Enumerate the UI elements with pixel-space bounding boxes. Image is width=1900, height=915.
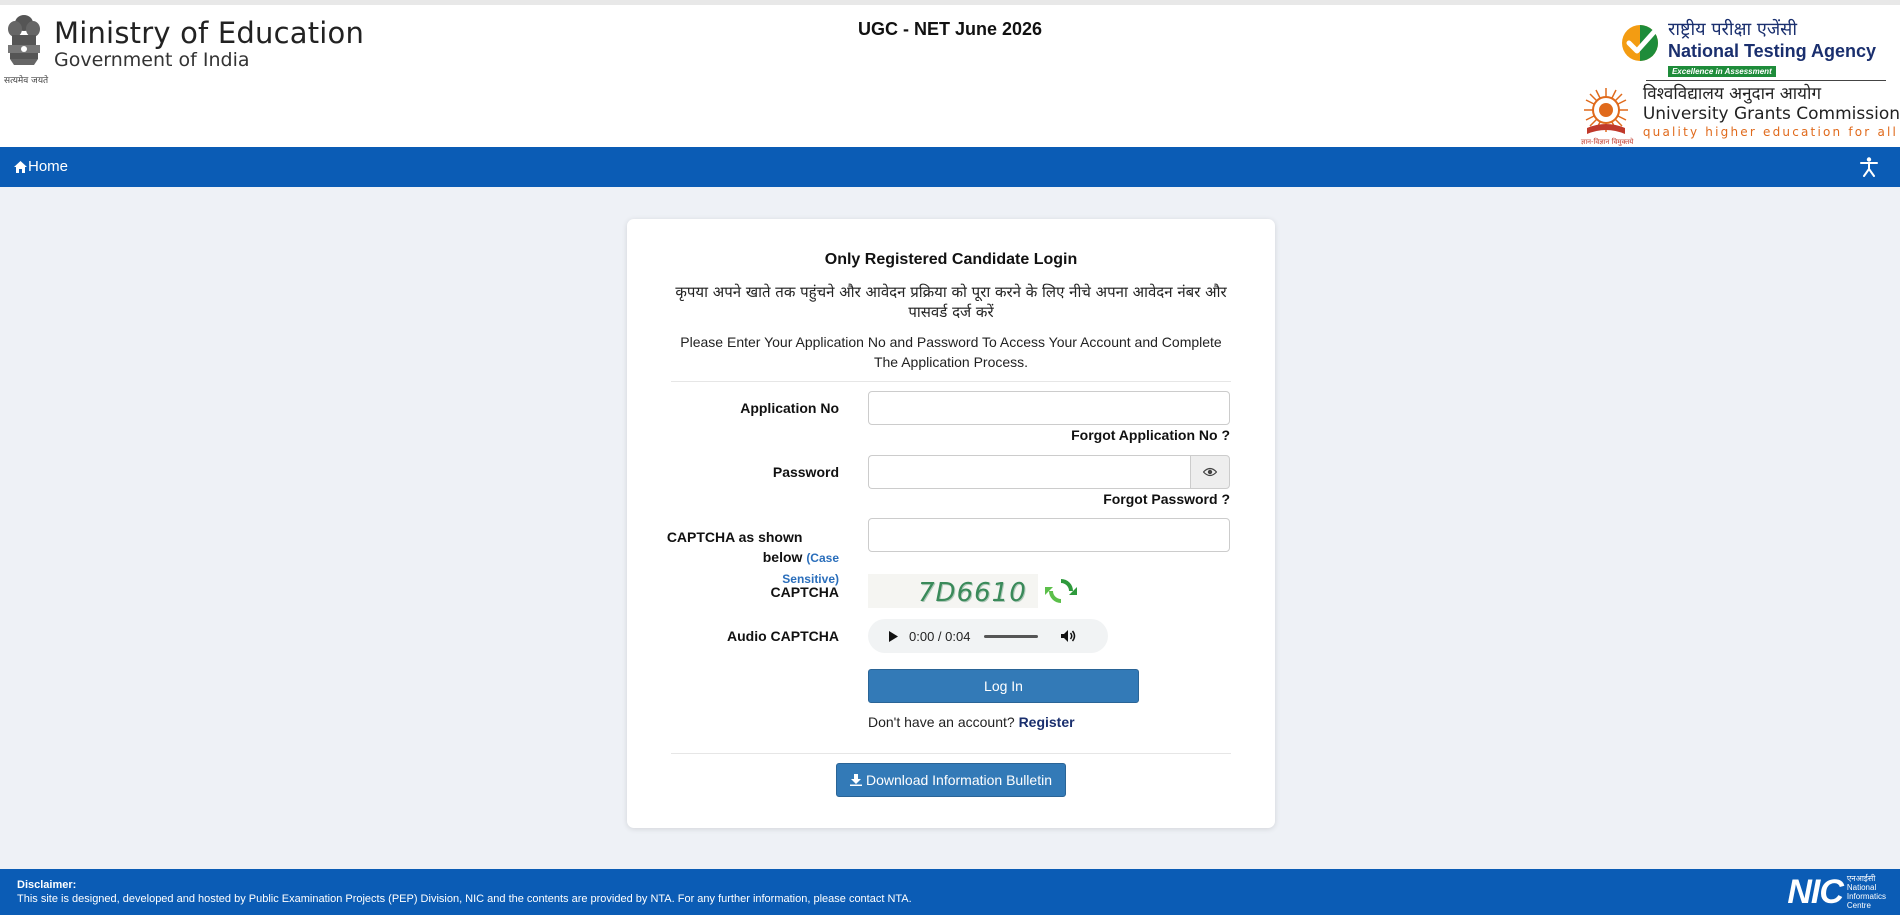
forgot-application-no-link[interactable]: Forgot Application No ? bbox=[1071, 427, 1230, 443]
home-icon bbox=[14, 160, 27, 173]
volume-icon[interactable] bbox=[1060, 629, 1076, 643]
nav-home-link[interactable]: Home bbox=[14, 158, 68, 175]
captcha-input[interactable] bbox=[868, 518, 1230, 552]
download-bulletin-button[interactable]: Download Information Bulletin bbox=[836, 763, 1066, 797]
application-no-input[interactable] bbox=[868, 391, 1230, 425]
divider bbox=[671, 381, 1231, 382]
forgot-password-link[interactable]: Forgot Password ? bbox=[1103, 491, 1230, 507]
captcha-text: 7D6610 bbox=[918, 578, 1027, 608]
nic-line-3: Centre bbox=[1846, 901, 1871, 910]
ugc-caption: ज्ञान-विज्ञान विमुक्तये bbox=[1580, 138, 1634, 146]
login-title: Only Registered Candidate Login bbox=[824, 251, 1078, 268]
download-icon bbox=[850, 774, 862, 786]
application-no-label: Application No bbox=[740, 400, 839, 416]
site-header: सत्यमेव जयते Ministry of Education Gover… bbox=[0, 0, 1900, 147]
header-divider bbox=[1646, 80, 1886, 81]
nav-home-label: Home bbox=[28, 158, 69, 175]
ugc-brand: ज्ञान-विज्ञान विमुक्तये विश्वविद्यालय अन… bbox=[1579, 84, 1900, 151]
site-footer: Disclaimer: This site is designed, devel… bbox=[0, 869, 1900, 915]
nta-hindi-name: राष्ट्रीय परीक्षा एजेंसी bbox=[1667, 19, 1798, 40]
password-group bbox=[868, 455, 1230, 489]
ugc-logo: ज्ञान-विज्ञान विमुक्तये bbox=[1579, 84, 1643, 151]
nic-line-2: Informatics bbox=[1846, 892, 1886, 901]
play-icon[interactable] bbox=[888, 630, 899, 643]
login-instruction-hindi: कृपया अपने खाते तक पहुंचने और आवेदन प्रक… bbox=[675, 283, 1227, 321]
login-button[interactable]: Log In bbox=[868, 669, 1139, 703]
ministry-subtitle: Government of India bbox=[54, 49, 250, 71]
no-account-text: Don't have an account? bbox=[868, 714, 1015, 730]
nic-logo-text: NIC bbox=[1787, 873, 1844, 911]
nic-hindi: एनआईसी bbox=[1846, 874, 1876, 883]
register-prompt: Don't have an account? Register bbox=[868, 714, 1075, 730]
login-card: Only Registered Candidate Login कृपया अप… bbox=[627, 219, 1275, 828]
nta-logo-icon bbox=[1621, 25, 1658, 61]
captcha-input-label-text: CAPTCHA as shown below bbox=[666, 529, 803, 565]
exam-title: UGC - NET June 2026 bbox=[857, 19, 1043, 39]
download-bulletin-label: Download Information Bulletin bbox=[866, 772, 1052, 788]
audio-time: 0:00 / 0:04 bbox=[909, 628, 971, 644]
password-input[interactable] bbox=[868, 455, 1190, 489]
accessibility-icon[interactable] bbox=[1860, 157, 1878, 182]
nta-brand: राष्ट्रीय परीक्षा एजेंसी National Testin… bbox=[1620, 19, 1876, 79]
audio-progress-bar[interactable] bbox=[984, 634, 1039, 638]
eye-icon bbox=[1203, 467, 1217, 477]
divider bbox=[671, 753, 1231, 754]
audio-captcha-player: 0:00 / 0:04 bbox=[868, 619, 1108, 653]
nta-english-name: National Testing Agency bbox=[1667, 41, 1876, 61]
ugc-english-name: University Grants Commission bbox=[1642, 104, 1900, 124]
emblem-caption: सत्यमेव जयते bbox=[4, 76, 49, 86]
login-instruction-english: Please Enter Your Application No and Pas… bbox=[680, 334, 1222, 370]
disclaimer-title: Disclaimer: bbox=[17, 879, 77, 891]
ugc-hindi-name: विश्वविद्यालय अनुदान आयोग bbox=[1642, 84, 1822, 104]
ugc-logo-icon bbox=[1583, 88, 1628, 134]
audio-captcha-label: Audio CAPTCHA bbox=[727, 628, 839, 644]
captcha-label: CAPTCHA bbox=[770, 584, 839, 600]
captcha-input-label: CAPTCHA as shown below (Case Sensitive) bbox=[627, 527, 839, 589]
ugc-tagline: quality higher education for all bbox=[1642, 125, 1899, 139]
refresh-captcha-icon[interactable] bbox=[1045, 575, 1077, 607]
nic-line-1: National bbox=[1846, 883, 1877, 892]
show-password-toggle[interactable] bbox=[1190, 455, 1230, 489]
register-link[interactable]: Register bbox=[1019, 714, 1075, 730]
top-navbar: Home bbox=[0, 147, 1900, 187]
captcha-image: 7D6610 bbox=[868, 574, 1038, 608]
disclaimer-text: This site is designed, developed and hos… bbox=[17, 893, 912, 905]
password-label: Password bbox=[772, 464, 839, 480]
nic-logo: NIC एनआईसी National Informatics Centre bbox=[1787, 874, 1886, 910]
nta-tagline: Excellence in Assessment bbox=[1667, 66, 1776, 77]
